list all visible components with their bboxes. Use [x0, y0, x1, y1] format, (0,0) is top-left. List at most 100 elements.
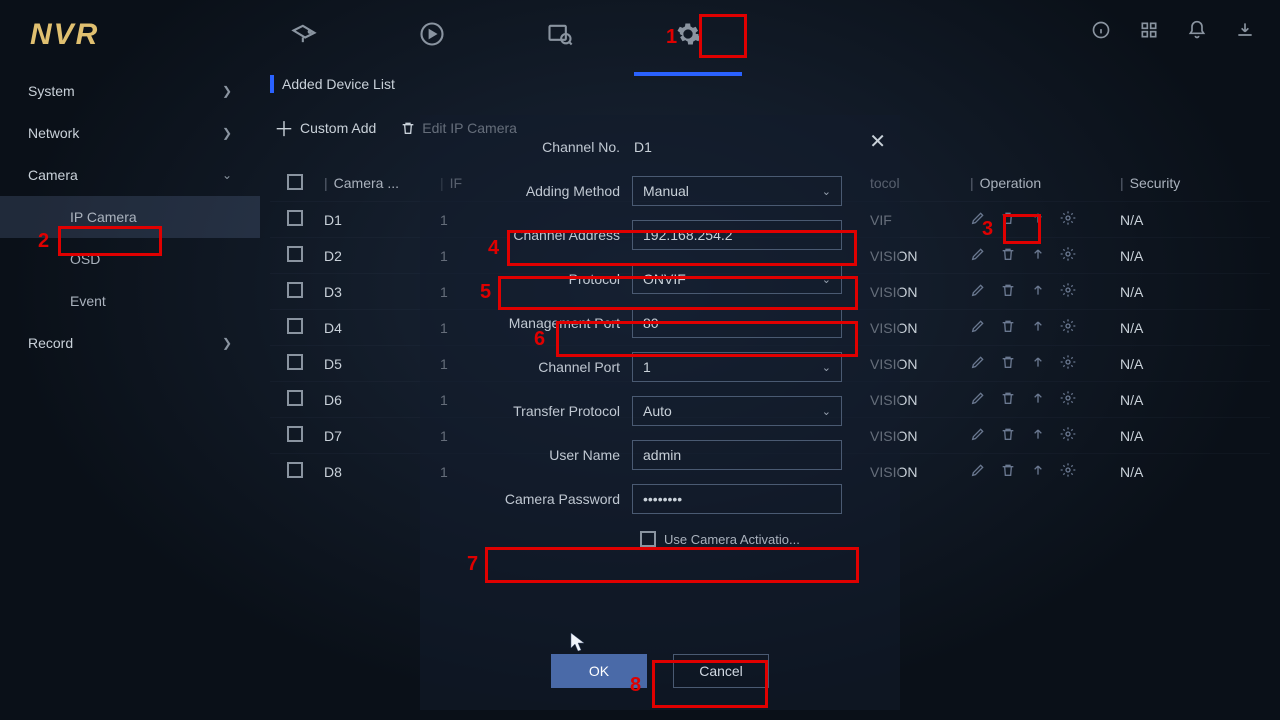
sidebar-item-event[interactable]: Event	[0, 280, 260, 322]
edit-icon[interactable]	[970, 462, 986, 481]
trash-icon[interactable]	[1000, 462, 1016, 481]
gear-icon[interactable]	[1060, 210, 1076, 229]
row-security: N/A	[1120, 356, 1270, 372]
chevron-right-icon: ❯	[222, 126, 232, 140]
user-input[interactable]: admin	[632, 440, 842, 470]
edit-icon[interactable]	[970, 426, 986, 445]
transfer-select[interactable]: Auto⌄	[632, 396, 842, 426]
channel-port-select[interactable]: 1⌄	[632, 352, 842, 382]
row-checkbox[interactable]	[287, 390, 303, 406]
grid-icon[interactable]	[1139, 20, 1159, 43]
nav-camera-icon[interactable]	[280, 0, 328, 71]
trash-icon[interactable]	[1000, 354, 1016, 373]
gear-icon[interactable]	[1060, 354, 1076, 373]
row-checkbox[interactable]	[287, 282, 303, 298]
password-input[interactable]: ••••••••	[632, 484, 842, 514]
trash-icon[interactable]	[1000, 390, 1016, 409]
sidebar-item-system[interactable]: System ❯	[0, 70, 260, 112]
row-checkbox[interactable]	[287, 462, 303, 478]
section-header: Added Device List	[270, 75, 1270, 93]
protocol-select[interactable]: ONVIF⌄	[632, 264, 842, 294]
edit-icon[interactable]	[970, 282, 986, 301]
up-icon[interactable]	[1030, 282, 1046, 301]
mgmt-port-label: Management Port	[430, 315, 620, 331]
mgmt-port-input[interactable]: 80	[632, 308, 842, 338]
gear-icon[interactable]	[1060, 462, 1076, 481]
gear-icon[interactable]	[1060, 390, 1076, 409]
gear-icon[interactable]	[1060, 282, 1076, 301]
up-icon[interactable]	[1030, 246, 1046, 265]
nav-playback-icon[interactable]	[408, 0, 456, 71]
custom-add-button[interactable]: ＋Custom Add	[274, 113, 376, 142]
edit-icon[interactable]	[970, 318, 986, 337]
password-label: Camera Password	[430, 491, 620, 507]
row-security: N/A	[1120, 320, 1270, 336]
nav-settings-icon[interactable]	[664, 0, 712, 71]
up-icon[interactable]	[1030, 354, 1046, 373]
row-checkbox[interactable]	[287, 354, 303, 370]
download-icon[interactable]	[1235, 20, 1255, 43]
channel-no-value: D1	[632, 139, 842, 155]
trash-icon[interactable]	[1000, 210, 1016, 229]
sidebar-label: Record	[28, 335, 73, 351]
sidebar-item-camera[interactable]: Camera⌄	[0, 154, 260, 196]
transfer-value: Auto	[643, 403, 672, 419]
chevron-right-icon: ❯	[222, 84, 232, 98]
close-icon[interactable]: ✕	[869, 129, 886, 154]
sidebar-label: System	[28, 83, 75, 99]
edit-icon[interactable]	[970, 246, 986, 265]
sidebar-label: Event	[70, 293, 106, 309]
activation-checkbox[interactable]	[640, 531, 656, 547]
trash-icon	[400, 120, 416, 136]
edit-icon[interactable]	[970, 210, 986, 229]
sidebar-item-osd[interactable]: OSD	[0, 238, 260, 280]
chevron-right-icon: ❯	[222, 336, 232, 350]
trash-icon[interactable]	[1000, 426, 1016, 445]
row-security: N/A	[1120, 212, 1270, 228]
chevron-down-icon: ⌄	[822, 185, 831, 198]
trash-icon[interactable]	[1000, 318, 1016, 337]
ok-button[interactable]: OK	[551, 654, 647, 688]
col-operation: Operation	[980, 175, 1041, 191]
checkbox-all[interactable]	[287, 174, 303, 190]
gear-icon[interactable]	[1060, 426, 1076, 445]
sidebar: System ❯ Network❯ Camera⌄ IP Camera OSD E…	[0, 70, 260, 720]
row-checkbox[interactable]	[287, 210, 303, 226]
up-icon[interactable]	[1030, 426, 1046, 445]
row-security: N/A	[1120, 284, 1270, 300]
adding-method-value: Manual	[643, 183, 689, 199]
row-checkbox[interactable]	[287, 426, 303, 442]
protocol-label: Protocol	[430, 271, 620, 287]
gear-icon[interactable]	[1060, 246, 1076, 265]
user-value: admin	[643, 447, 681, 463]
channel-address-label: Channel Address	[430, 227, 620, 243]
up-icon[interactable]	[1030, 210, 1046, 229]
row-checkbox[interactable]	[287, 246, 303, 262]
chevron-down-icon: ⌄	[222, 168, 232, 182]
sidebar-item-ip-camera[interactable]: IP Camera	[0, 196, 260, 238]
channel-address-input[interactable]: 192.168.254.2	[632, 220, 842, 250]
channel-port-label: Channel Port	[430, 359, 620, 375]
activation-label: Use Camera Activatio...	[664, 532, 800, 547]
sidebar-item-network[interactable]: Network❯	[0, 112, 260, 154]
nav-search-icon[interactable]	[536, 0, 584, 71]
up-icon[interactable]	[1030, 390, 1046, 409]
info-icon[interactable]	[1091, 20, 1111, 43]
bell-icon[interactable]	[1187, 20, 1207, 43]
section-title: Added Device List	[282, 76, 395, 92]
cancel-button[interactable]: Cancel	[673, 654, 769, 688]
transfer-label: Transfer Protocol	[430, 403, 620, 419]
row-security: N/A	[1120, 392, 1270, 408]
adding-method-select[interactable]: Manual ⌄	[632, 176, 842, 206]
edit-icon[interactable]	[970, 390, 986, 409]
up-icon[interactable]	[1030, 318, 1046, 337]
gear-icon[interactable]	[1060, 318, 1076, 337]
trash-icon[interactable]	[1000, 282, 1016, 301]
up-icon[interactable]	[1030, 462, 1046, 481]
edit-icon[interactable]	[970, 354, 986, 373]
trash-icon[interactable]	[1000, 246, 1016, 265]
row-checkbox[interactable]	[287, 318, 303, 334]
row-security: N/A	[1120, 464, 1270, 480]
sidebar-label: OSD	[70, 251, 100, 267]
sidebar-item-record[interactable]: Record ❯	[0, 322, 260, 364]
